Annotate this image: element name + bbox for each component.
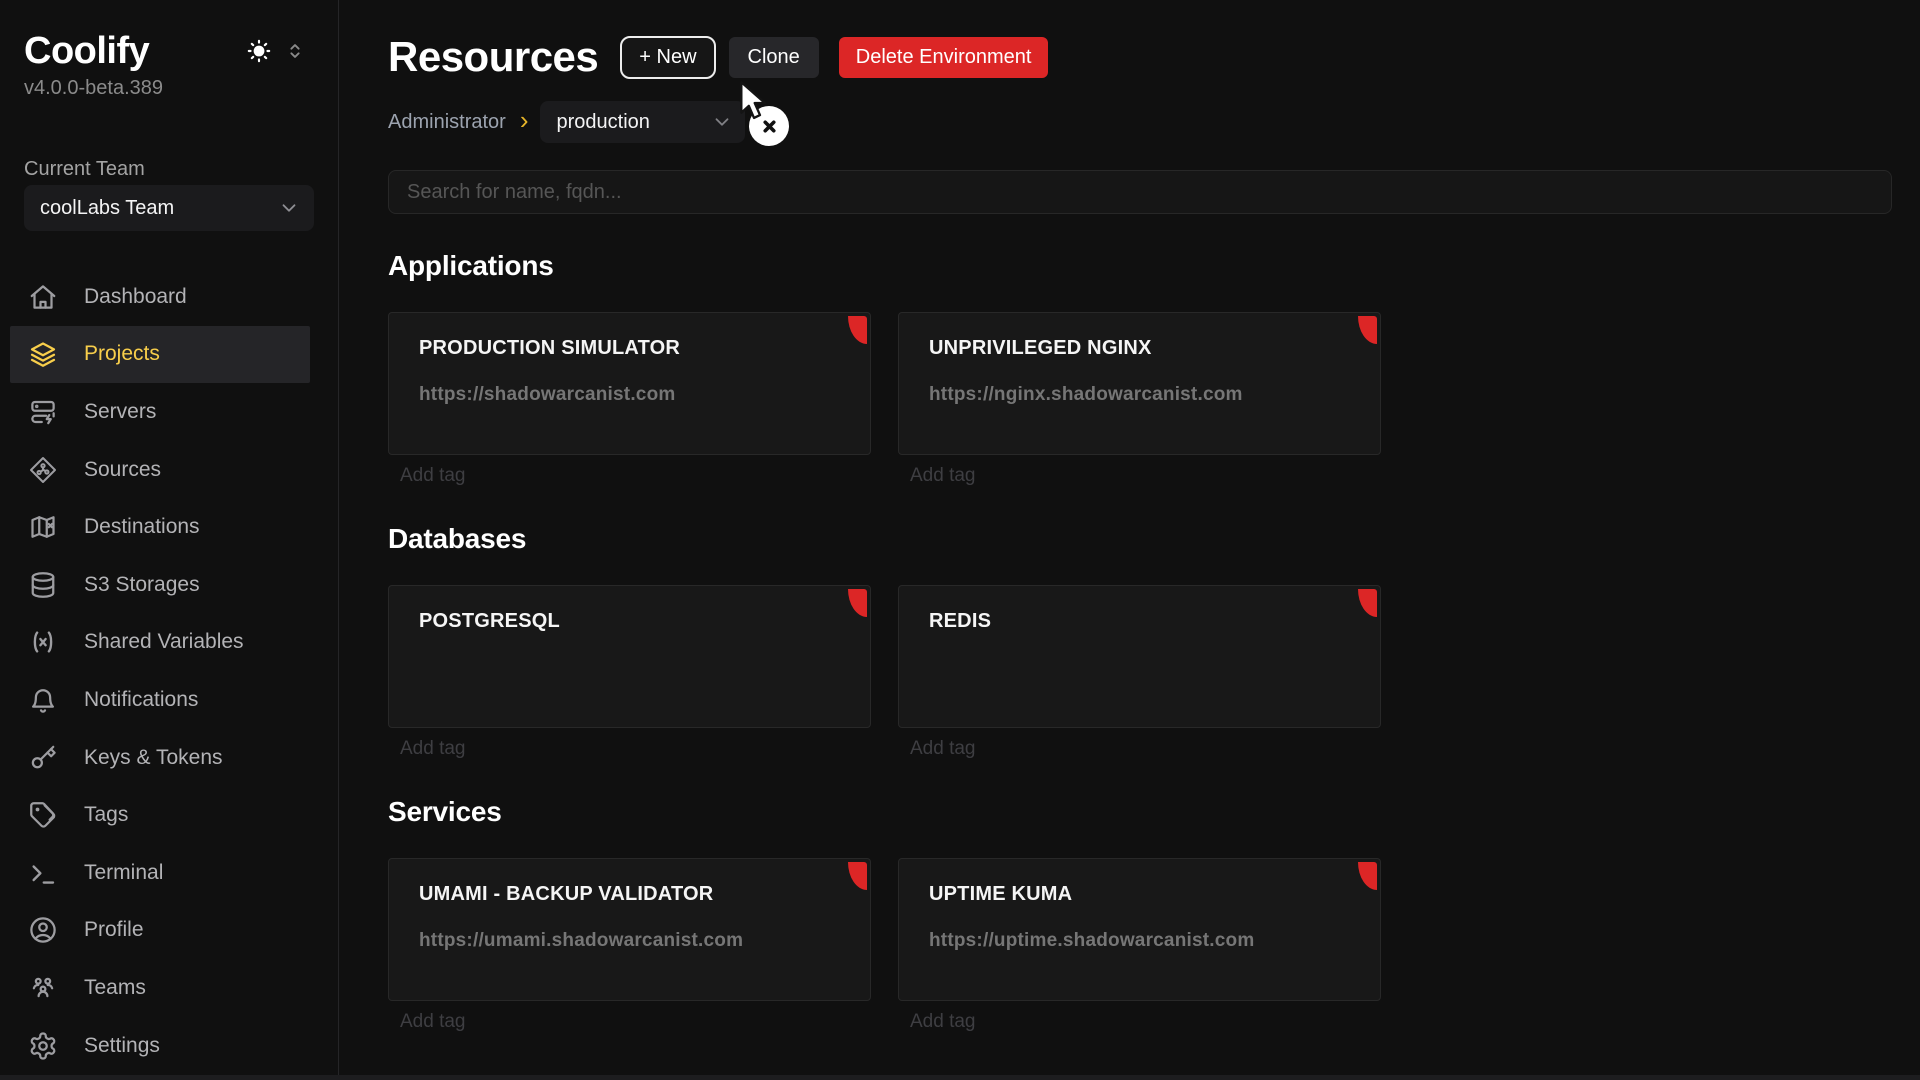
sidebar-item-projects[interactable]: Projects	[10, 326, 310, 384]
chevron-right-icon: ›	[520, 107, 529, 137]
resource-url: https://nginx.shadowarcanist.com	[929, 384, 1350, 406]
bell-icon	[28, 685, 58, 715]
sidebar-item-notifications[interactable]: Notifications	[10, 671, 310, 729]
sidebar-item-label: Settings	[84, 1034, 160, 1058]
server-icon	[28, 397, 58, 427]
resource-card[interactable]: UNPRIVILEGED NGINX https://nginx.shadowa…	[898, 312, 1381, 455]
section-title-applications: Applications	[388, 250, 1892, 282]
resource-card[interactable]: PRODUCTION SIMULATOR https://shadowarcan…	[388, 312, 871, 455]
coolify-app: Coolify v4.0.0-beta.389 Current Team coo…	[0, 0, 1920, 1080]
sidebar-item-label: Servers	[84, 400, 156, 424]
new-resource-button[interactable]: + New	[620, 36, 715, 79]
sidebar-item-destinations[interactable]: Destinations	[10, 498, 310, 556]
sidebar-item-label: Destinations	[84, 515, 200, 539]
key-icon	[28, 743, 58, 773]
breadcrumb: Administrator › production	[388, 100, 1892, 144]
resource-url: https://shadowarcanist.com	[419, 384, 840, 406]
resource-card[interactable]: UMAMI - BACKUP VALIDATOR https://umami.s…	[388, 858, 871, 1001]
environment-select-value: production	[556, 111, 649, 134]
user-circle-icon	[28, 915, 58, 945]
resource-name: UMAMI - BACKUP VALIDATOR	[419, 883, 840, 906]
sidebar-nav: Dashboard Projects Servers	[10, 268, 310, 1074]
add-tag-button[interactable]: Add tag	[388, 1011, 871, 1033]
resource-name: UPTIME KUMA	[929, 883, 1350, 906]
layers-icon	[28, 339, 58, 369]
sidebar-item-label: Teams	[84, 976, 146, 1000]
sidebar-item-label: Shared Variables	[84, 630, 244, 654]
terminal-icon	[28, 858, 58, 888]
sun-icon[interactable]	[246, 38, 272, 64]
status-indicator	[1358, 316, 1377, 344]
close-icon[interactable]	[749, 106, 789, 146]
add-tag-button[interactable]: Add tag	[898, 738, 1381, 760]
resource-name: PRODUCTION SIMULATOR	[419, 337, 840, 360]
breadcrumb-project[interactable]: Administrator	[388, 111, 506, 134]
chevrons-up-down-icon[interactable]	[284, 40, 306, 62]
sidebar-item-label: Keys & Tokens	[84, 746, 223, 770]
team-select-value: coolLabs Team	[40, 197, 174, 220]
sidebar-item-label: Dashboard	[84, 285, 187, 309]
resource-name: POSTGRESQL	[419, 610, 840, 633]
current-team-label: Current Team	[24, 155, 314, 183]
sidebar-item-label: Terminal	[84, 861, 163, 885]
add-tag-button[interactable]: Add tag	[388, 738, 871, 760]
chevron-down-icon	[711, 111, 733, 133]
sidebar-item-label: Tags	[84, 803, 128, 827]
sidebar-item-servers[interactable]: Servers	[10, 383, 310, 441]
resource-name: REDIS	[929, 610, 1350, 633]
chevron-down-icon	[278, 197, 300, 219]
section-title-services: Services	[388, 796, 1892, 828]
sidebar-item-label: Sources	[84, 458, 161, 482]
sidebar-item-tags[interactable]: Tags	[10, 786, 310, 844]
sidebar-item-label: Notifications	[84, 688, 198, 712]
map-icon	[28, 512, 58, 542]
sidebar-item-terminal[interactable]: Terminal	[10, 844, 310, 902]
search-input[interactable]	[388, 170, 1892, 214]
sidebar-item-label: Profile	[84, 918, 144, 942]
git-source-icon	[28, 455, 58, 485]
home-icon	[28, 282, 58, 312]
database-icon	[28, 570, 58, 600]
variables-icon	[28, 627, 58, 657]
sidebar-item-sources[interactable]: Sources	[10, 441, 310, 499]
sidebar-item-label: S3 Storages	[84, 573, 200, 597]
app-logo: Coolify	[24, 30, 149, 73]
sidebar-item-profile[interactable]: Profile	[10, 902, 310, 960]
resource-url: https://uptime.shadowarcanist.com	[929, 930, 1350, 952]
status-indicator	[1358, 862, 1377, 890]
team-select[interactable]: coolLabs Team	[24, 185, 314, 231]
page-title: Resources	[388, 33, 598, 81]
sidebar-item-s3-storages[interactable]: S3 Storages	[10, 556, 310, 614]
sidebar-item-dashboard[interactable]: Dashboard	[10, 268, 310, 326]
sidebar-item-teams[interactable]: Teams	[10, 959, 310, 1017]
delete-environment-button[interactable]: Delete Environment	[839, 37, 1049, 78]
environment-select[interactable]: production	[540, 101, 745, 143]
status-indicator	[848, 862, 867, 890]
resource-url: https://umami.shadowarcanist.com	[419, 930, 840, 952]
resource-name: UNPRIVILEGED NGINX	[929, 337, 1350, 360]
bottom-edge-strip	[0, 1075, 1920, 1080]
main-content: Resources + New Clone Delete Environment…	[339, 0, 1920, 1080]
status-indicator	[848, 316, 867, 344]
gear-icon	[28, 1031, 58, 1061]
sidebar: Coolify v4.0.0-beta.389 Current Team coo…	[0, 0, 339, 1080]
sidebar-item-shared-variables[interactable]: Shared Variables	[10, 614, 310, 672]
status-indicator	[848, 589, 867, 617]
resource-card[interactable]: UPTIME KUMA https://uptime.shadowarcanis…	[898, 858, 1381, 1001]
sidebar-item-label: Projects	[84, 342, 160, 366]
resource-card[interactable]: POSTGRESQL	[388, 585, 871, 728]
section-title-databases: Databases	[388, 523, 1892, 555]
add-tag-button[interactable]: Add tag	[388, 465, 871, 487]
sidebar-item-settings[interactable]: Settings	[10, 1017, 310, 1075]
clone-button[interactable]: Clone	[729, 37, 819, 78]
app-version: v4.0.0-beta.389	[24, 74, 314, 102]
status-indicator	[1358, 589, 1377, 617]
resource-card[interactable]: REDIS	[898, 585, 1381, 728]
users-icon	[28, 973, 58, 1003]
add-tag-button[interactable]: Add tag	[898, 465, 1381, 487]
tag-icon	[28, 800, 58, 830]
sidebar-item-keys-tokens[interactable]: Keys & Tokens	[10, 729, 310, 787]
add-tag-button[interactable]: Add tag	[898, 1011, 1381, 1033]
